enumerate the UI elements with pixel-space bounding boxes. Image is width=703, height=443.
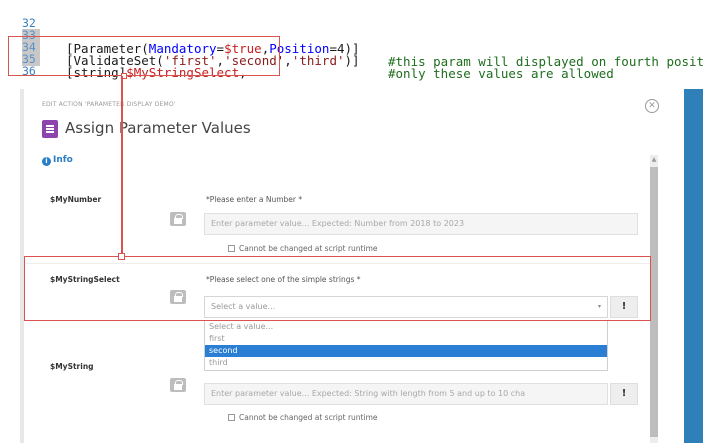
highlight-handle — [118, 253, 125, 260]
dropdown-option-selected[interactable]: second — [205, 345, 607, 357]
checkbox-icon[interactable] — [228, 245, 235, 252]
mystringselect-dropdown: Select a value... first second third — [204, 320, 608, 371]
checkbox-label: Cannot be changed at script runtime — [239, 413, 378, 422]
mystring-action-button[interactable]: ! — [610, 383, 638, 405]
scrollbar[interactable]: ▲ — [650, 155, 658, 443]
lock-icon[interactable] — [170, 212, 186, 226]
param-highlight-box — [24, 256, 651, 321]
dialog-edge — [684, 89, 703, 443]
param-name-mystring: $MyString — [50, 362, 94, 371]
dropdown-option[interactable]: third — [205, 357, 607, 369]
code-comment: #only these values are allowed — [388, 66, 614, 81]
dialog-title: Assign Parameter Values — [65, 119, 251, 137]
dropdown-option[interactable]: Select a value... — [205, 321, 607, 333]
scroll-thumb[interactable] — [650, 167, 658, 437]
info-link[interactable]: i Info — [42, 155, 73, 166]
annotation-connector — [121, 76, 123, 256]
info-label: Info — [53, 155, 73, 165]
document-icon — [42, 120, 58, 138]
scroll-up-icon[interactable]: ▲ — [650, 155, 658, 165]
checkbox-icon[interactable] — [228, 414, 235, 421]
param-description-mynumber: *Please enter a Number * — [206, 195, 303, 204]
param-name-mynumber: $MyNumber — [50, 195, 102, 204]
mystring-input[interactable]: Enter parameter value... Expected: Strin… — [204, 383, 608, 405]
mynumber-input[interactable]: Enter parameter value... Expected: Numbe… — [204, 213, 638, 235]
lock-icon[interactable] — [170, 378, 186, 392]
checkbox-label: Cannot be changed at script runtime — [239, 244, 378, 253]
mystring-runtime-checkbox[interactable]: Cannot be changed at script runtime — [228, 413, 378, 422]
dialog-eyebrow: EDIT ACTION 'PARAMETER DISPLAY DEMO' — [42, 101, 176, 108]
dropdown-option[interactable]: first — [205, 333, 607, 345]
mynumber-runtime-checkbox[interactable]: Cannot be changed at script runtime — [228, 244, 378, 253]
info-icon: i — [42, 157, 51, 166]
code-highlight-box — [8, 36, 280, 79]
close-button[interactable]: ✕ — [645, 99, 659, 113]
